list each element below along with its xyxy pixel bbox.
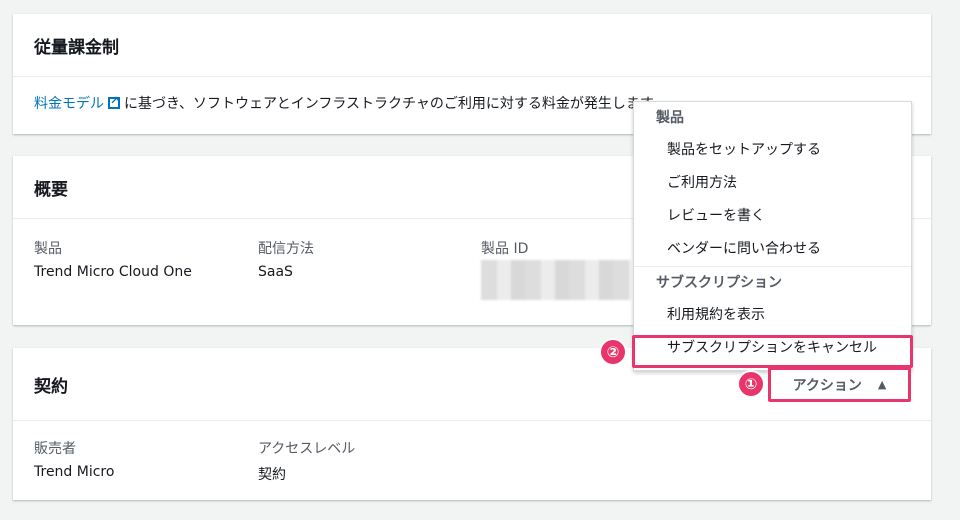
menu-item-contact-vendor[interactable]: ベンダーに問い合わせる	[634, 233, 911, 266]
billing-text: に基づき、ソフトウェアとインフラストラクチャのご利用に対する料金が発生します。	[124, 96, 667, 112]
menu-group-subscription: サブスクリプション	[656, 275, 782, 291]
menu-item-review[interactable]: レビューを書く	[634, 200, 911, 233]
menu-item-setup[interactable]: 製品をセットアップする	[634, 134, 911, 167]
delivery-value: SaaS	[258, 264, 293, 280]
billing-title: 従量課金制	[13, 14, 931, 77]
annotation-two: ②	[601, 340, 625, 364]
highlight-action	[768, 367, 911, 402]
external-link-icon[interactable]	[108, 94, 120, 109]
access-value: 契約	[258, 467, 286, 483]
menu-item-terms[interactable]: 利用規約を表示	[634, 299, 911, 332]
product-label: 製品	[34, 241, 62, 257]
action-dropdown-menu: 製品 製品をセットアップする ご利用方法 レビューを書く ベンダーに問い合わせる…	[633, 101, 912, 371]
seller-value: Trend Micro	[34, 464, 115, 480]
pricing-model-link[interactable]: 料金モデル	[34, 96, 104, 112]
delivery-label: 配信方法	[258, 241, 314, 257]
annotation-one: ①	[739, 372, 763, 396]
menu-item-usage[interactable]: ご利用方法	[634, 167, 911, 200]
seller-label: 販売者	[34, 441, 76, 457]
highlight-cancel	[632, 335, 913, 368]
access-label: アクセスレベル	[258, 441, 356, 457]
menu-group-product: 製品	[656, 110, 684, 126]
product-value: Trend Micro Cloud One	[34, 264, 192, 280]
product-id-label: 製品 ID	[481, 241, 529, 257]
product-id-blurred	[481, 260, 631, 300]
